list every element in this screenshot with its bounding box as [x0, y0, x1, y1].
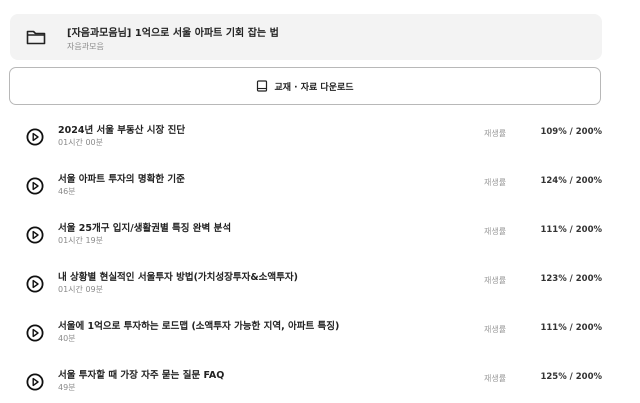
lesson-item[interactable]: 서울 투자할 때 가장 자주 묻는 질문 FAQ 49분 재생률 125% / … — [0, 363, 640, 403]
lesson-title: 서울 25개구 입지/생활권별 특징 완벽 분석 — [58, 223, 232, 234]
lesson-item[interactable]: 2024년 서울 부동산 시장 진단 01시간 00분 재생률 109% / 2… — [0, 118, 640, 158]
play-circle-icon[interactable] — [26, 177, 44, 199]
play-circle-icon[interactable] — [26, 373, 44, 395]
lesson-duration: 40분 — [58, 334, 76, 343]
lesson-title: 서울 아파트 투자의 명확한 기준 — [58, 174, 185, 185]
playback-rate-label: 재생률 — [484, 374, 507, 383]
lesson-item[interactable]: 서울에 1억으로 투자하는 로드맵 (소액투자 가능한 지역, 아파트 특징) … — [0, 314, 640, 354]
play-circle-icon[interactable] — [26, 324, 44, 346]
folder-icon — [26, 29, 46, 49]
lesson-title: 내 상황별 현실적인 서울투자 방법(가치성장투자&소액투자) — [58, 272, 298, 283]
playback-rate-value: 124% / 200% — [540, 176, 602, 186]
playback-rate-value: 111% / 200% — [540, 323, 602, 333]
lesson-item[interactable]: 서울 25개구 입지/생활권별 특징 완벽 분석 01시간 19분 재생률 11… — [0, 216, 640, 256]
play-circle-icon[interactable] — [26, 275, 44, 297]
download-materials-label: 교재 · 자료 다운로드 — [274, 82, 354, 93]
lesson-title: 서울에 1억으로 투자하는 로드맵 (소액투자 가능한 지역, 아파트 특징) — [58, 321, 340, 332]
playback-rate-label: 재생률 — [484, 178, 507, 187]
play-circle-icon[interactable] — [26, 128, 44, 150]
playback-rate-value: 109% / 200% — [540, 127, 602, 137]
playback-rate-label: 재생률 — [484, 325, 507, 334]
lesson-duration: 49분 — [58, 383, 76, 392]
course-title: [자음과모음님] 1억으로 서울 아파트 기회 잡는 법 — [67, 28, 279, 39]
lesson-item[interactable]: 서울 아파트 투자의 명확한 기준 46분 재생률 124% / 200% — [0, 167, 640, 207]
playback-rate-label: 재생률 — [484, 227, 507, 236]
play-circle-icon[interactable] — [26, 226, 44, 248]
playback-rate-value: 123% / 200% — [540, 274, 602, 284]
playback-rate-value: 111% / 200% — [540, 225, 602, 235]
lesson-title: 2024년 서울 부동산 시장 진단 — [58, 125, 186, 136]
playback-rate-value: 125% / 200% — [540, 372, 602, 382]
lesson-item[interactable]: 내 상황별 현실적인 서울투자 방법(가치성장투자&소액투자) 01시간 09분… — [0, 265, 640, 305]
course-author: 자음과모음 — [67, 42, 104, 51]
book-icon — [256, 80, 268, 92]
lesson-duration: 01시간 00분 — [58, 138, 103, 147]
lesson-title: 서울 투자할 때 가장 자주 묻는 질문 FAQ — [58, 370, 225, 381]
playback-rate-label: 재생률 — [484, 276, 507, 285]
lesson-duration: 01시간 19분 — [58, 236, 103, 245]
course-header: [자음과모음님] 1억으로 서울 아파트 기회 잡는 법 자음과모음 — [10, 14, 602, 60]
download-materials-button[interactable]: 교재 · 자료 다운로드 — [9, 67, 601, 105]
playback-rate-label: 재생률 — [484, 129, 507, 138]
lesson-duration: 46분 — [58, 187, 76, 196]
lesson-duration: 01시간 09분 — [58, 285, 103, 294]
